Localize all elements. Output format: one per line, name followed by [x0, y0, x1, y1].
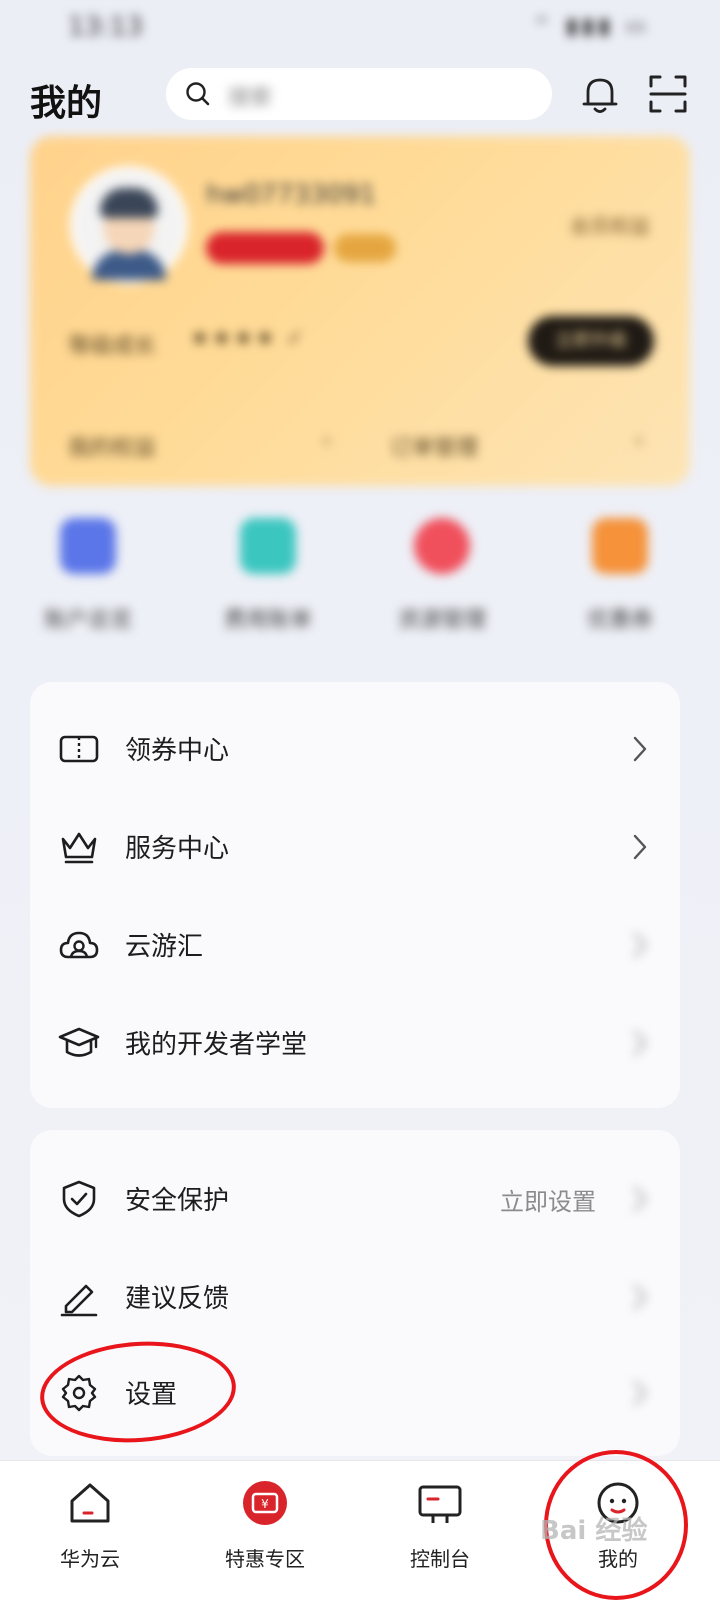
menu-item-label: 领券中心: [125, 736, 230, 766]
quick-action-2[interactable]: 费用账单: [208, 518, 328, 634]
page-title: 我的: [30, 83, 103, 124]
tab-console[interactable]: 控制台: [380, 1461, 500, 1601]
menu-item-service-center[interactable]: 服务中心: [30, 798, 680, 896]
member-link[interactable]: 会员权益: [570, 210, 650, 239]
chevron-right-icon: [633, 1030, 647, 1056]
deal-icon: ¥: [243, 1481, 287, 1525]
menu-item-cloud-club[interactable]: 云游汇: [30, 896, 680, 994]
header: 我的 搜索: [0, 64, 720, 128]
quick-action-label: 费用账单: [223, 608, 312, 633]
graduation-cap-icon: [58, 1027, 100, 1057]
crown-icon: [61, 832, 97, 864]
search-placeholder: 搜索: [228, 86, 273, 111]
tab-label: 控制台: [410, 1547, 470, 1571]
security-status: 立即设置: [500, 1188, 596, 1216]
tab-deals[interactable]: ¥ 特惠专区: [205, 1461, 325, 1601]
account-icon: [60, 518, 116, 574]
quick-action-3[interactable]: 资源管理: [382, 518, 502, 634]
search-input[interactable]: 搜索: [166, 68, 552, 120]
menu-item-label: 云游汇: [125, 932, 204, 962]
menu-item-settings[interactable]: 设置: [30, 1344, 680, 1442]
menu-item-label: 建议反馈: [125, 1284, 230, 1314]
status-time: 13:13: [68, 12, 143, 42]
cloud-user-icon: [59, 931, 99, 959]
resource-icon: [414, 518, 470, 574]
quick-actions: 账户总览 费用账单 资源管理 优惠券: [0, 518, 720, 648]
growth-label: 等级成长: [68, 334, 157, 359]
menu-item-label: 我的开发者学堂: [125, 1030, 308, 1060]
bill-icon: [240, 518, 296, 574]
gear-icon: [61, 1374, 97, 1412]
upgrade-button[interactable]: 立即升级: [528, 316, 654, 366]
menu-item-label: 设置: [125, 1380, 178, 1410]
card-footer-left[interactable]: 我的权益: [68, 430, 156, 462]
chevron-right-icon: [633, 1284, 647, 1310]
chevron-right-icon: [633, 1380, 647, 1406]
quick-action-label: 账户总览: [43, 608, 132, 633]
menu-card-secondary: 安全保护 立即设置 建议反馈 设置: [30, 1130, 680, 1456]
tab-home[interactable]: 华为云: [30, 1461, 150, 1601]
menu-item-feedback[interactable]: 建议反馈: [30, 1248, 680, 1346]
status-icons: ⌃ ▮▮▮ ▭: [532, 14, 650, 39]
chevron-right-icon: [633, 932, 647, 958]
console-icon: [418, 1485, 462, 1523]
quick-action-label: 资源管理: [397, 608, 486, 633]
quick-action-label: 优惠券: [586, 608, 653, 633]
tab-label: 特惠专区: [225, 1547, 305, 1571]
menu-card-primary: 领券中心 服务中心 云游汇 我的开发者学堂: [30, 682, 680, 1108]
menu-item-security[interactable]: 安全保护 立即设置: [30, 1150, 680, 1248]
shield-check-icon: [62, 1180, 96, 1218]
coupon-icon: [59, 735, 99, 763]
chevron-right-icon: ›: [634, 426, 644, 454]
chevron-right-icon: [633, 834, 647, 860]
chevron-right-icon: [633, 1186, 647, 1212]
quick-action-4[interactable]: 优惠券: [560, 518, 680, 634]
menu-item-coupon-center[interactable]: 领券中心: [30, 700, 680, 798]
status-bar: 13:13 ⌃ ▮▮▮ ▭: [0, 0, 720, 56]
coupon-icon: [592, 518, 648, 574]
username: hw07733091: [206, 180, 377, 210]
menu-item-developer-academy[interactable]: 我的开发者学堂: [30, 994, 680, 1092]
tab-label: 华为云: [60, 1547, 120, 1571]
pen-icon: [60, 1284, 98, 1317]
avatar[interactable]: [70, 166, 188, 284]
card-footer: 我的权益 › 订单管理 ›: [30, 408, 690, 486]
search-icon: [186, 82, 210, 106]
member-badge: [206, 232, 324, 264]
chevron-right-icon: ›: [322, 426, 332, 454]
menu-item-label: 服务中心: [125, 834, 230, 864]
vip-card[interactable]: hw07733091 会员权益 等级成长 ★★★★ ✓ 立即升级 我的权益 › …: [30, 136, 690, 486]
home-icon: [70, 1483, 110, 1523]
watermark: Bai 经验: [540, 1516, 648, 1546]
level-stars: ★★★★ ✓: [190, 326, 307, 351]
level-badge: [334, 234, 396, 262]
menu-item-label: 安全保护: [125, 1186, 230, 1216]
card-footer-right[interactable]: 订单管理: [390, 430, 478, 462]
tab-label: 我的: [598, 1547, 638, 1571]
quick-action-1[interactable]: 账户总览: [28, 518, 148, 634]
chevron-right-icon: [633, 736, 647, 762]
bell-icon[interactable]: [578, 72, 622, 116]
svg-text:¥: ¥: [261, 1497, 269, 1511]
scan-icon[interactable]: [648, 74, 688, 114]
